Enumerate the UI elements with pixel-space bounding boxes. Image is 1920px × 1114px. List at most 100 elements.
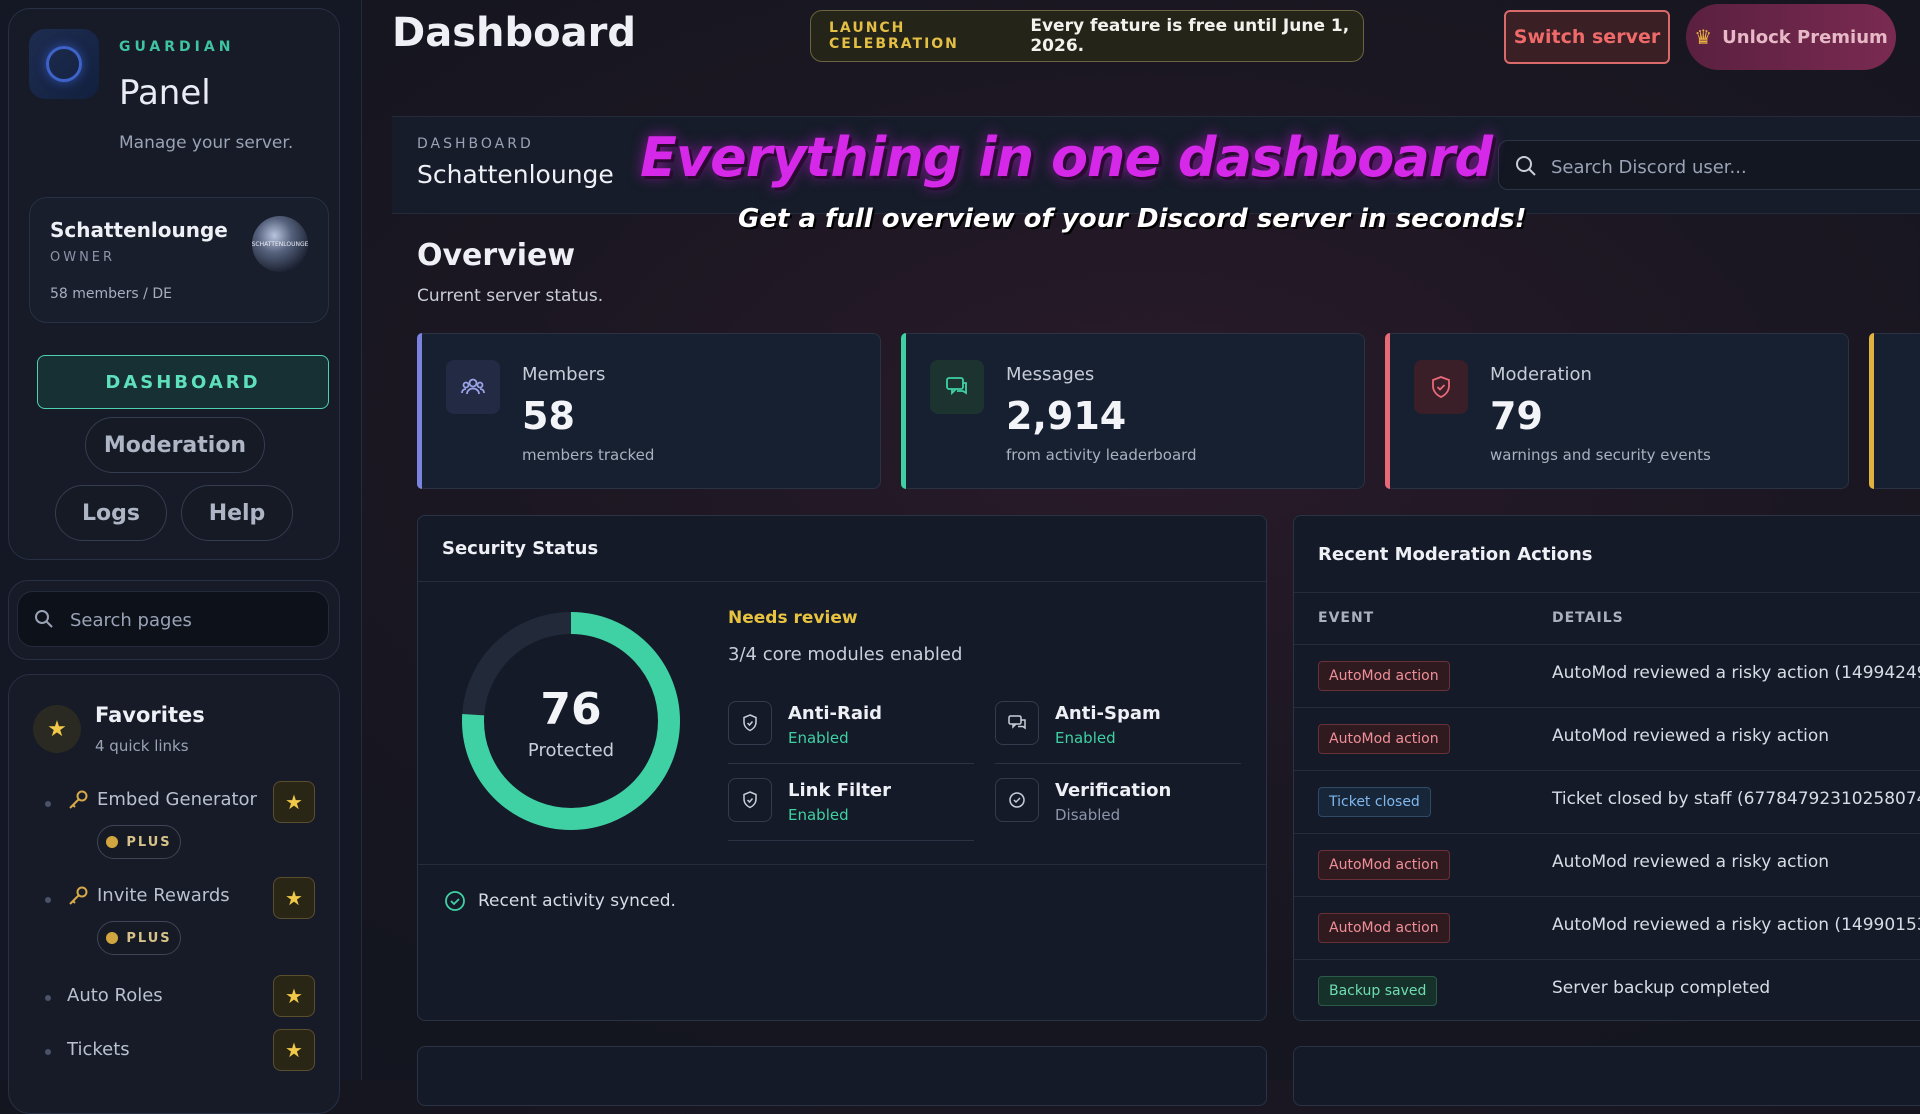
bottom-panel-left [417,1046,1267,1106]
favorite-star-button[interactable]: ★ [273,975,315,1017]
module-state: Disabled [1055,806,1121,824]
nav-logs[interactable]: Logs [55,485,167,541]
stat-card-moderation[interactable]: Moderation 79 warnings and security even… [1385,333,1849,489]
stat-accent [417,333,422,489]
divider [418,864,1266,865]
server-meta: 58 members / DE [50,286,172,302]
module-verification[interactable]: Verification Disabled [995,778,1241,854]
search-icon [1515,155,1537,181]
shield-check-icon [728,778,772,822]
event-details: AutoMod reviewed a risky action (1499424… [1552,663,1920,683]
table-row[interactable]: AutoMod action AutoMod reviewed a risky … [1294,707,1920,771]
brand-title: Panel [119,73,211,113]
search-pages-input[interactable] [68,606,312,634]
shield-check-icon [728,701,772,745]
favorite-star-button[interactable]: ★ [273,781,315,823]
stat-value: 58 [522,394,575,438]
stat-value: 2,914 [1006,394,1127,438]
unlock-premium-label: Unlock Premium [1722,26,1888,48]
recent-moderation-panel: Recent Moderation Actions EVENT DETAILS … [1293,515,1920,1021]
favorite-label: Invite Rewards [97,885,230,906]
brand-kicker: GUARDIAN [119,39,235,55]
event-badge: Backup saved [1318,976,1438,1006]
search-pages[interactable] [17,591,329,647]
discord-user-search[interactable] [1498,140,1920,190]
promo-title: Everything in one dashboard [640,126,1493,189]
column-event: EVENT [1318,610,1375,626]
favorite-label: Auto Roles [67,985,163,1006]
module-link-filter[interactable]: Link Filter Enabled [728,778,974,854]
page-title: Dashboard [392,10,636,56]
stat-card-messages[interactable]: Messages 2,914 from activity leaderboard [901,333,1365,489]
favorite-star-button[interactable]: ★ [273,1029,315,1071]
event-details: Server backup completed [1552,978,1771,998]
recent-title: Recent Moderation Actions [1318,544,1593,565]
bullet-dot [45,995,51,1001]
shield-icon [1414,360,1468,414]
discord-user-search-input[interactable] [1549,153,1913,181]
search-icon [34,609,54,633]
members-icon [446,360,500,414]
module-anti-raid[interactable]: Anti-Raid Enabled [728,701,974,777]
brand-panel: GUARDIAN Panel Manage your server. Schat… [8,8,340,560]
bullet-dot [45,801,51,807]
table-row[interactable]: Ticket closed Ticket closed by staff (67… [1294,770,1920,834]
stat-label: Moderation [1490,364,1592,385]
server-avatar-text: SCHATTENLOUNGE [251,240,309,248]
sidebar: GUARDIAN Panel Manage your server. Schat… [0,0,362,1114]
bullet-dot [45,897,51,903]
favorite-label: Embed Generator [97,789,257,810]
stat-card-members[interactable]: Members 58 members tracked [417,333,881,489]
module-name: Anti-Raid [788,703,883,724]
table-row[interactable]: AutoMod action AutoMod reviewed a risky … [1294,896,1920,960]
check-circle-icon [995,778,1039,822]
module-name: Verification [1055,780,1172,801]
brand-subtitle: Manage your server. [119,133,294,153]
switch-server-button[interactable]: Switch server [1504,10,1670,64]
event-details: AutoMod reviewed a risky action (1499015… [1552,915,1920,935]
event-badge: Ticket closed [1318,787,1431,817]
chat-icon [995,701,1039,745]
divider [418,581,1266,582]
favorite-star-button[interactable]: ★ [273,877,315,919]
server-name: Schattenlounge [50,218,228,242]
guardian-logo [29,29,99,99]
module-state: Enabled [1055,729,1116,747]
stat-label: Messages [1006,364,1095,385]
module-name: Anti-Spam [1055,703,1161,724]
hero-server-name: Schattenlounge [417,160,614,189]
nav-dashboard[interactable]: DASHBOARD [37,355,329,409]
bullet-dot [45,1049,51,1055]
server-avatar: SCHATTENLOUNGE [252,216,308,272]
security-title: Security Status [442,538,599,559]
table-row[interactable]: AutoMod action AutoMod reviewed a risky … [1294,644,1920,708]
key-icon [67,885,89,912]
nav-moderation[interactable]: Moderation [85,417,265,473]
hero-kicker: DASHBOARD [417,136,534,152]
security-score: 76 [540,684,602,735]
table-row[interactable]: Backup saved Server backup completed [1294,959,1920,1020]
promo-subtitle: Get a full overview of your Discord serv… [738,204,1527,234]
event-details: AutoMod reviewed a risky action [1552,726,1830,746]
bottom-panel-right [1293,1046,1920,1106]
plus-badge: PLUS [97,825,181,859]
table-row[interactable]: AutoMod action AutoMod reviewed a risky … [1294,833,1920,897]
key-icon [67,789,89,816]
sync-status: Recent activity synced. [444,890,676,912]
favorites-title: Favorites [95,703,205,727]
unlock-premium-button[interactable]: ♛ Unlock Premium [1686,4,1896,70]
stat-sub: from activity leaderboard [1006,446,1197,464]
server-card[interactable]: Schattenlounge OWNER 58 members / DE SCH… [29,197,329,323]
favorite-label: Tickets [67,1039,130,1060]
module-state: Enabled [788,806,849,824]
favorites-panel: ★ Favorites 4 quick links Embed Generato… [8,674,340,1114]
messages-icon [930,360,984,414]
module-anti-spam[interactable]: Anti-Spam Enabled [995,701,1241,777]
stat-accent [1869,333,1874,489]
overview-subtitle: Current server status. [417,286,604,306]
crown-icon: ♛ [1694,25,1713,49]
stat-card-partial[interactable] [1869,333,1920,489]
security-status: Needs review [728,608,858,628]
event-badge: AutoMod action [1318,913,1450,943]
nav-help[interactable]: Help [181,485,293,541]
